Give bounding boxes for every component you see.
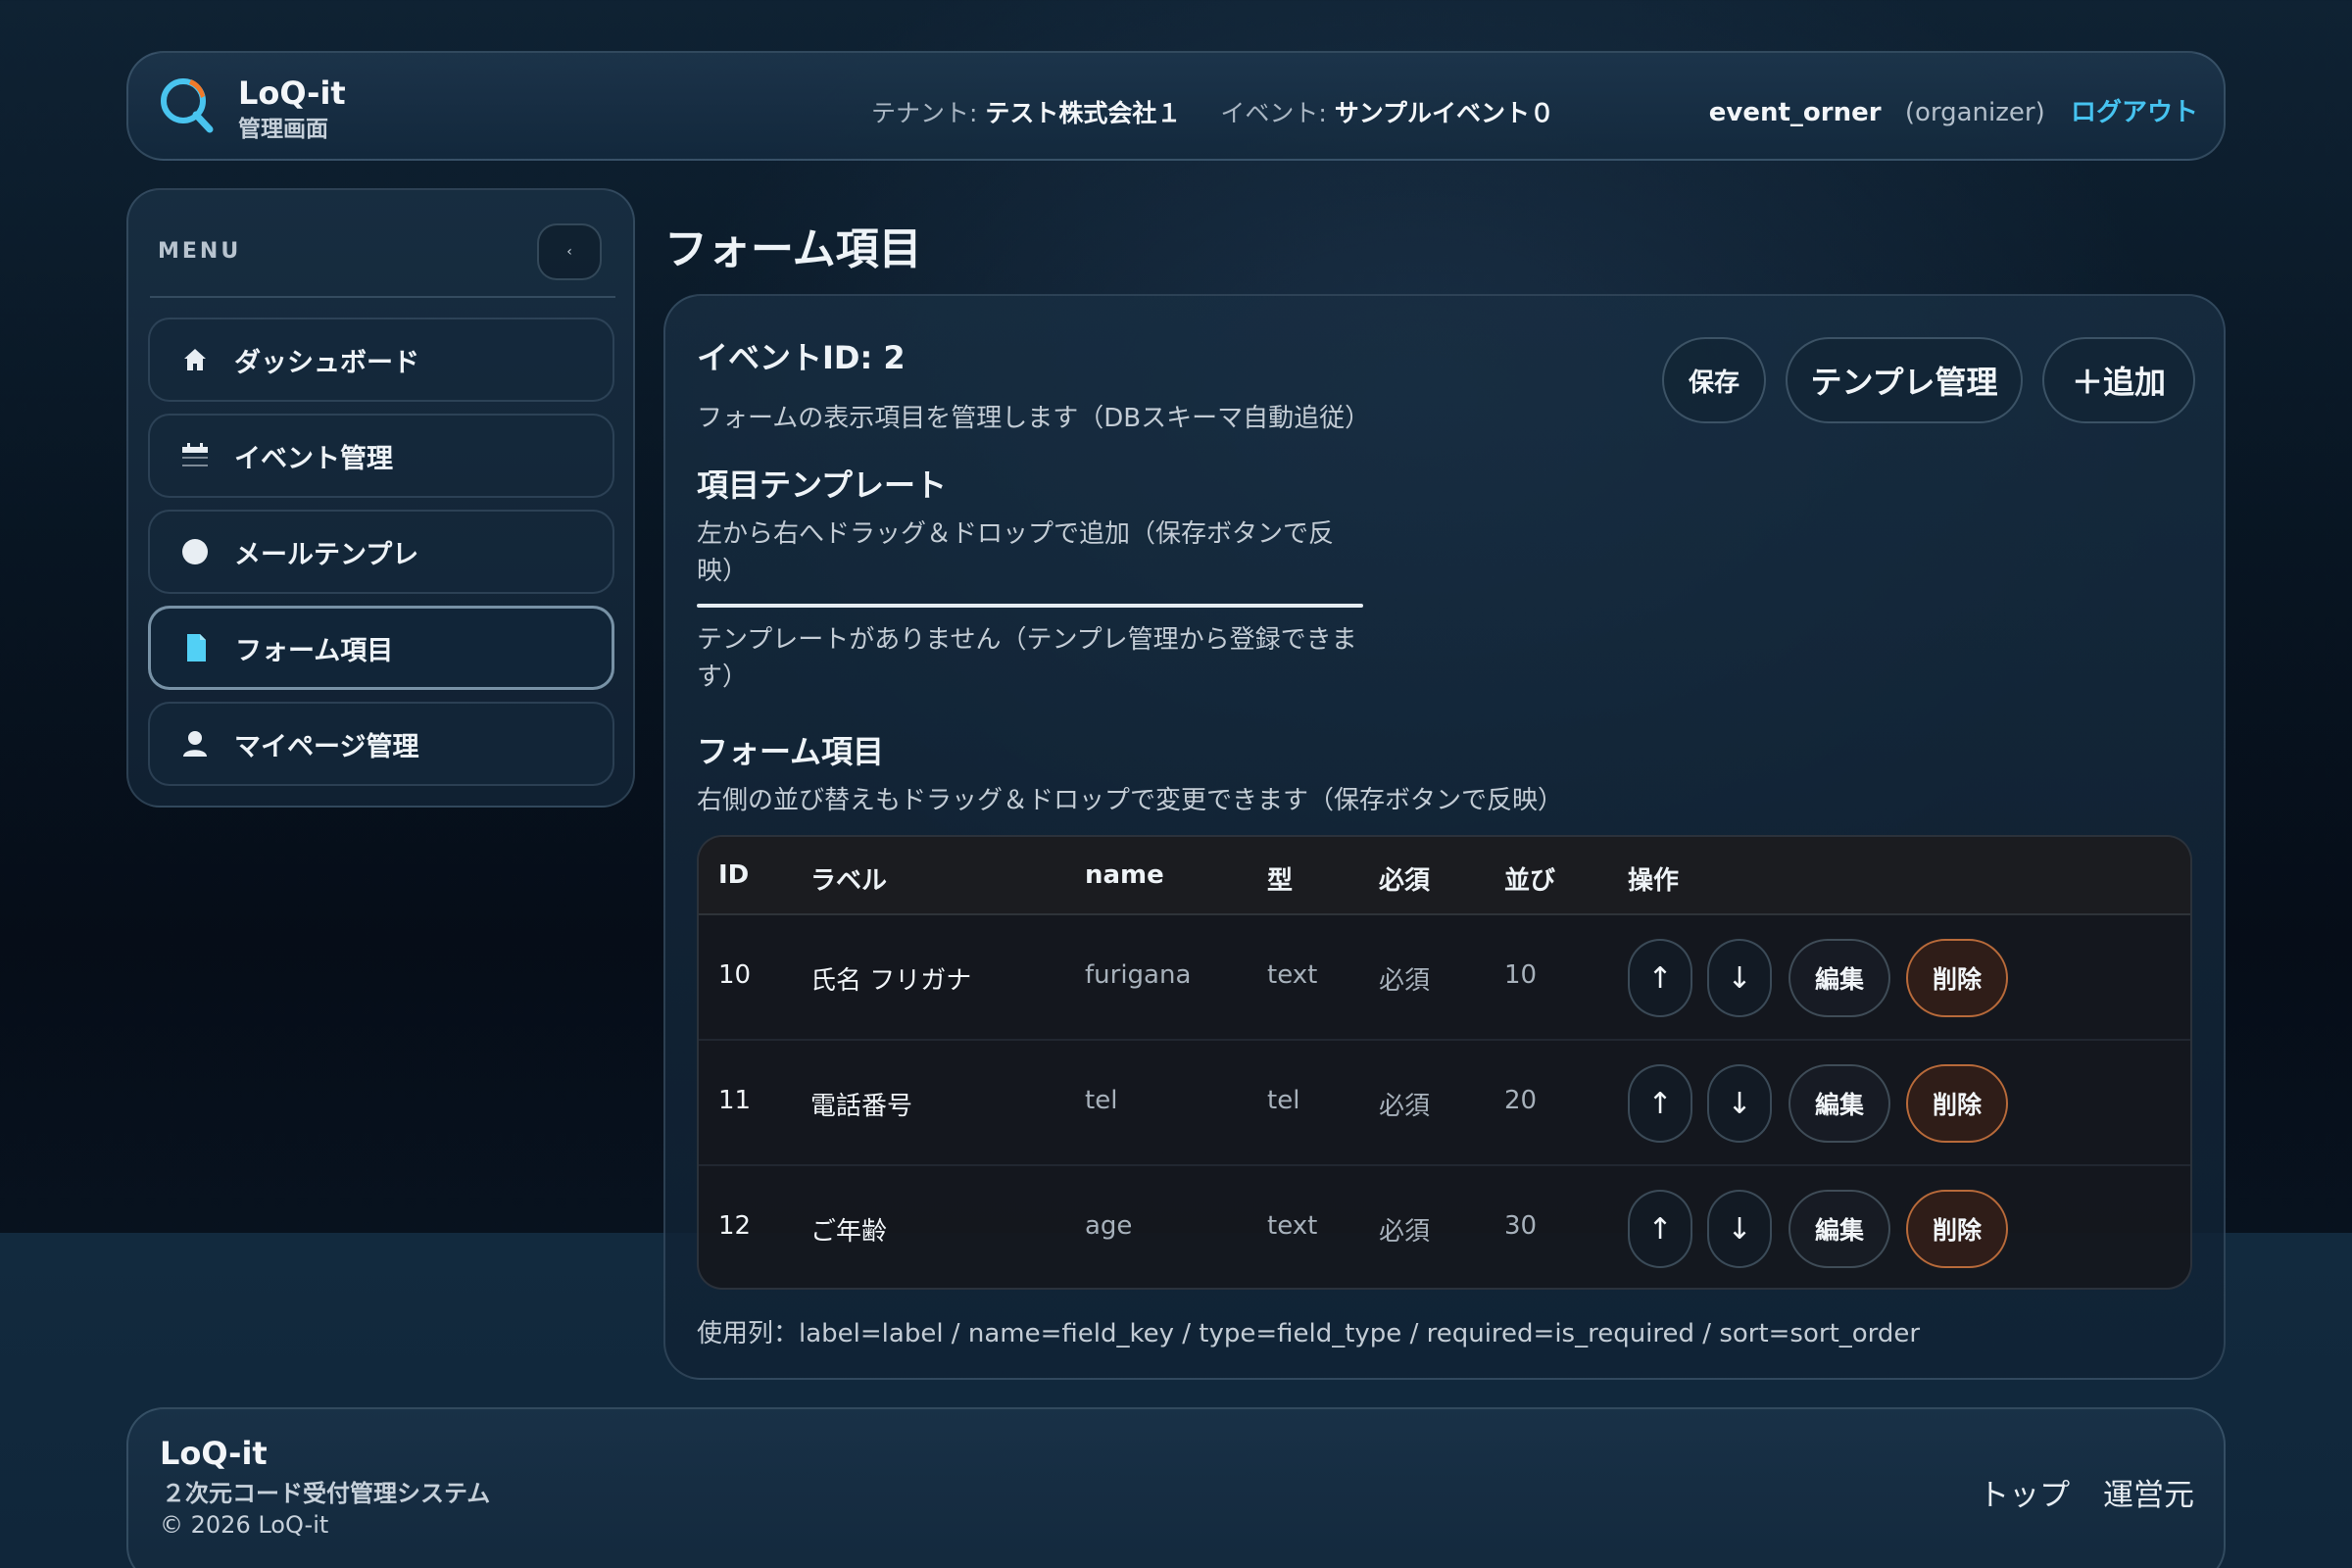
sidebar-collapse-button[interactable]: ‹ [537, 223, 602, 280]
form-section-title: フォーム項目 [697, 733, 885, 770]
cell-name: tel [1085, 1086, 1118, 1115]
form-fields-table: ID ラベル name 型 必須 並び 操作 10 氏名 フリガナ furiga… [697, 835, 2192, 1290]
template-empty-message: テンプレートがありません（テンプレ管理から登録できま す） [697, 621, 1357, 696]
template-empty-line: テンプレートがありません（テンプレ管理から登録できま [697, 625, 1357, 655]
table-row[interactable]: 12 ご年齢 age text 必須 30 ↑ ↓ 編集 削除 [699, 1166, 2190, 1288]
col-name: name [1085, 860, 1164, 890]
move-down-button[interactable]: ↓ [1707, 1190, 1772, 1268]
table-row[interactable]: 10 氏名 フリガナ furigana text 必須 10 ↑ ↓ 編集 削除 [699, 915, 2190, 1041]
cell-required: 必須 [1379, 1092, 1431, 1121]
footer: LoQ-it ２次元コード受付管理システム © 2026 LoQ-it トップ … [126, 1407, 2226, 1568]
template-section-title: 項目テンプレート [697, 466, 948, 504]
brand-name: LoQ-it [238, 74, 346, 112]
col-id: ID [718, 860, 750, 890]
delete-button[interactable]: 削除 [1906, 939, 2008, 1017]
cell-label: 氏名 フリガナ [810, 966, 972, 996]
template-manage-button[interactable]: テンプレ管理 [1786, 337, 2023, 423]
document-icon [176, 633, 216, 662]
event-key: イベント: [1220, 99, 1327, 127]
sidebar-item-label: フォーム項目 [235, 635, 394, 666]
move-down-button[interactable]: ↓ [1707, 1064, 1772, 1143]
footer-copyright: © 2026 LoQ-it [160, 1511, 329, 1539]
user-role: (organizer) [1904, 98, 2045, 127]
sidebar-item-label: メールテンプレ [234, 539, 419, 570]
sidebar-item-form-fields[interactable]: フォーム項目 [148, 606, 614, 690]
menu-title: MENU [158, 239, 242, 264]
move-up-button[interactable]: ↑ [1628, 939, 1692, 1017]
sidebar-item-label: マイページ管理 [234, 731, 419, 762]
cell-type: text [1267, 960, 1318, 990]
cell-id: 12 [718, 1211, 752, 1241]
logout-link[interactable]: ログアウト [2071, 98, 2198, 127]
circle-icon [175, 538, 215, 565]
col-actions: 操作 [1628, 866, 1680, 896]
cell-name: furigana [1085, 960, 1192, 990]
logo-icon [161, 78, 214, 133]
cell-required: 必須 [1379, 1217, 1431, 1247]
col-required: 必須 [1379, 866, 1431, 896]
top-header: LoQ-it 管理画面 テナント: テスト株式会社１ イベント: サンプルイベン… [126, 51, 2226, 161]
sidebar-item-mail-templates[interactable]: メールテンプレ [148, 510, 614, 594]
event-description: フォームの表示項目を管理します（DBスキーマ自動追従） [697, 404, 1371, 433]
cell-name: age [1085, 1211, 1133, 1241]
cell-type: tel [1267, 1086, 1300, 1115]
template-empty-line: す） [697, 662, 749, 692]
footer-links: トップ 運営元 [1979, 1470, 2194, 1514]
form-fields-card: イベントID: 2 フォームの表示項目を管理します（DBスキーマ自動追従） 保存… [663, 294, 2226, 1380]
columns-note: 使用列：label=label / name=field_key / type=… [697, 1319, 1921, 1348]
tenant-value: テスト株式会社１ [985, 99, 1182, 127]
template-note-line: 映） [697, 557, 749, 586]
menu-divider [150, 296, 615, 298]
cell-id: 10 [718, 960, 752, 990]
form-section-note: 右側の並び替えもドラッグ＆ドロップで変更できます（保存ボタンで反映） [697, 786, 1564, 815]
table-row[interactable]: 11 電話番号 tel tel 必須 20 ↑ ↓ 編集 削除 [699, 1041, 2190, 1166]
edit-button[interactable]: 編集 [1788, 939, 1890, 1017]
footer-brand: LoQ-it [160, 1435, 268, 1472]
cell-id: 11 [718, 1086, 752, 1115]
col-type: 型 [1267, 866, 1294, 896]
table-header: ID ラベル name 型 必須 並び 操作 [699, 837, 2190, 915]
save-button[interactable]: 保存 [1662, 337, 1766, 423]
add-field-button[interactable]: ＋追加 [2042, 337, 2195, 423]
move-up-button[interactable]: ↑ [1628, 1064, 1692, 1143]
sidebar: MENU ‹ ダッシュボード イベント管理 メールテンプレ フォーム項目 マイペ… [126, 188, 635, 808]
footer-subtitle: ２次元コード受付管理システム [162, 1480, 491, 1507]
cell-required: 必須 [1379, 966, 1431, 996]
cell-type: text [1267, 1211, 1318, 1241]
delete-button[interactable]: 削除 [1906, 1064, 2008, 1143]
col-sort: 並び [1504, 866, 1556, 896]
sidebar-item-mypage[interactable]: マイページ管理 [148, 702, 614, 786]
user-area: event_orner (organizer) ログアウト [1709, 92, 2198, 128]
footer-link-top[interactable]: トップ [1979, 1478, 2070, 1513]
footer-link-operator[interactable]: 運営元 [2103, 1478, 2194, 1513]
cell-label: 電話番号 [810, 1092, 913, 1121]
template-drop-divider [697, 604, 1363, 608]
home-icon [175, 347, 215, 372]
cell-sort: 20 [1504, 1086, 1538, 1115]
tenant-key: テナント: [871, 99, 978, 127]
sidebar-item-label: イベント管理 [234, 443, 393, 474]
template-note: 左から右へドラッグ＆ドロップで追加（保存ボタンで反 映） [697, 515, 1334, 590]
event-id: イベントID: 2 [697, 339, 906, 376]
brand-subtitle: 管理画面 [238, 117, 328, 142]
template-note-line: 左から右へドラッグ＆ドロップで追加（保存ボタンで反 [697, 519, 1335, 549]
cell-label: ご年齢 [810, 1217, 888, 1247]
move-up-button[interactable]: ↑ [1628, 1190, 1692, 1268]
delete-button[interactable]: 削除 [1906, 1190, 2008, 1268]
move-down-button[interactable]: ↓ [1707, 939, 1772, 1017]
sidebar-item-label: ダッシュボード [234, 347, 419, 378]
sidebar-item-dashboard[interactable]: ダッシュボード [148, 318, 614, 402]
user-name: event_orner [1708, 98, 1882, 127]
edit-button[interactable]: 編集 [1788, 1190, 1890, 1268]
calendar-icon [175, 441, 215, 470]
sidebar-item-events[interactable]: イベント管理 [148, 414, 614, 498]
context-info: テナント: テスト株式会社１ イベント: サンプルイベント０ [871, 94, 1554, 129]
cell-sort: 10 [1504, 960, 1538, 990]
page-title: フォーム項目 [664, 224, 922, 274]
cell-sort: 30 [1504, 1211, 1538, 1241]
user-icon [175, 730, 215, 758]
event-value: サンプルイベント０ [1334, 99, 1554, 127]
edit-button[interactable]: 編集 [1788, 1064, 1890, 1143]
col-label: ラベル [810, 866, 888, 896]
